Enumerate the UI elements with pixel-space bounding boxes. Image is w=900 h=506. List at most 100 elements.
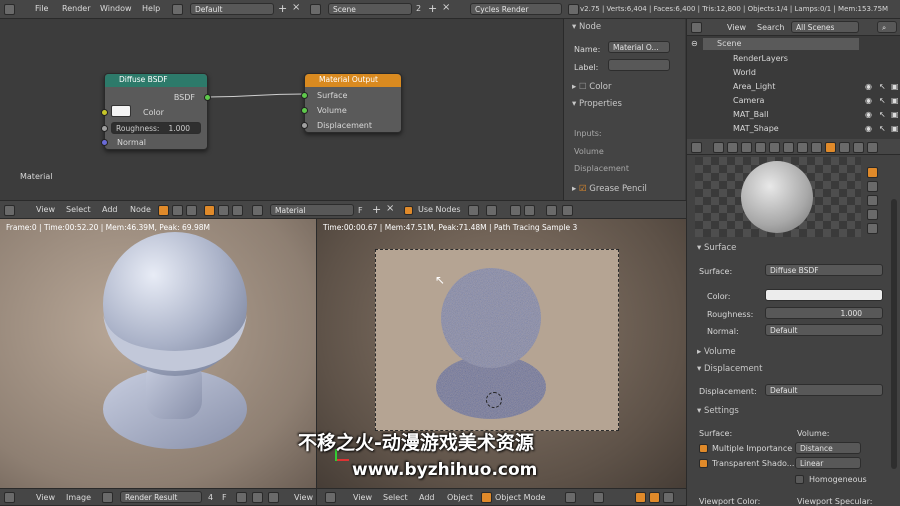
outliner-item-world[interactable]: World: [733, 68, 756, 77]
object-shader-icon[interactable]: [204, 205, 215, 216]
manipulator-icon[interactable]: [635, 492, 646, 503]
camera-render-icon[interactable]: ▣: [891, 83, 899, 91]
normal-prop-select[interactable]: Default: [765, 324, 883, 336]
viewport-shading-icon[interactable]: [565, 492, 576, 503]
copy-nodes-icon[interactable]: [546, 205, 557, 216]
outliner-menu-search[interactable]: Search: [757, 23, 784, 32]
bsdf-output-socket[interactable]: [204, 94, 211, 101]
menu-file[interactable]: File: [35, 4, 48, 13]
surface-panel-header[interactable]: ▾ Surface: [697, 243, 736, 253]
unlink-material-icon[interactable]: ×: [386, 203, 394, 214]
layers-tab-icon[interactable]: [727, 142, 738, 153]
preview-cube-icon[interactable]: [867, 181, 878, 192]
output-node-title[interactable]: Material Output: [305, 74, 401, 87]
fake-user-button[interactable]: F: [358, 206, 363, 215]
outliner-search-icon[interactable]: ⌕: [877, 21, 897, 33]
normal-input-socket[interactable]: [101, 139, 108, 146]
scopes-icon[interactable]: [268, 492, 279, 503]
displacement-panel-header[interactable]: ▾ Displacement: [697, 364, 762, 374]
color-section-header[interactable]: ▸ ☐ Color: [572, 82, 612, 92]
outliner-menu-view[interactable]: View: [727, 23, 746, 32]
snap-mode-icon[interactable]: [524, 205, 535, 216]
outliner-row-scene[interactable]: Scene: [703, 38, 859, 50]
outliner-item-mat-shape[interactable]: MAT_Shape: [733, 124, 779, 133]
image-view-dropdown[interactable]: View: [294, 493, 313, 502]
scene-tab-icon[interactable]: [741, 142, 752, 153]
node-menu-add[interactable]: Add: [102, 205, 118, 214]
image-browse-icon[interactable]: [102, 492, 113, 503]
use-nodes-checkbox[interactable]: [404, 206, 413, 215]
object-tab-icon[interactable]: [769, 142, 780, 153]
image-editor-type-icon[interactable]: [4, 492, 15, 503]
volume-input-socket[interactable]: [301, 107, 308, 114]
render-result-field[interactable]: Render Result: [120, 491, 202, 503]
volume-sampling-select[interactable]: Distance: [795, 442, 861, 454]
cursor-icon[interactable]: ↖: [879, 97, 887, 105]
volume-interpolation-select[interactable]: Linear: [795, 457, 861, 469]
material-browse-icon[interactable]: [252, 205, 263, 216]
roughness-input-socket[interactable]: [101, 125, 108, 132]
rotate-icon[interactable]: [663, 492, 674, 503]
object-mode-select[interactable]: Object Mode: [495, 493, 545, 502]
layout-field[interactable]: Default: [190, 3, 274, 15]
color-swatch[interactable]: [111, 105, 131, 117]
viewport-menu-add[interactable]: Add: [419, 493, 435, 502]
cursor-icon[interactable]: ↖: [879, 83, 887, 91]
outliner-filter-select[interactable]: All Scenes: [791, 21, 859, 33]
world-tab-icon[interactable]: [755, 142, 766, 153]
viewport-menu-view[interactable]: View: [353, 493, 372, 502]
node-editor-canvas[interactable]: Diffuse BSDF BSDF Color Roughness: 1.000…: [0, 19, 563, 200]
linestyle-shader-icon[interactable]: [232, 205, 243, 216]
transparent-shadows-checkbox[interactable]: [699, 459, 708, 468]
homogeneous-checkbox[interactable]: [795, 475, 804, 484]
outliner-item-camera[interactable]: Camera: [733, 96, 764, 105]
properties-editor-icon[interactable]: [691, 142, 702, 153]
preview-hair-icon[interactable]: [867, 209, 878, 220]
menu-help[interactable]: Help: [142, 4, 160, 13]
surface-color-swatch[interactable]: [765, 289, 883, 301]
image-menu-image[interactable]: Image: [66, 493, 91, 502]
compositing-nodes-icon[interactable]: [172, 205, 183, 216]
eye-icon[interactable]: ◉: [865, 83, 873, 91]
multiple-importance-checkbox[interactable]: [699, 444, 708, 453]
layout-icon[interactable]: [172, 4, 183, 15]
channels-icon[interactable]: [252, 492, 263, 503]
add-material-icon[interactable]: +: [372, 203, 381, 216]
add-layout-icon[interactable]: +: [278, 2, 287, 15]
add-scene-icon[interactable]: +: [428, 2, 437, 15]
viewport-menu-select[interactable]: Select: [383, 493, 408, 502]
translate-icon[interactable]: [649, 492, 660, 503]
render-slot-icon[interactable]: [236, 492, 247, 503]
image-editor-render[interactable]: Frame:0 | Time:00:52.20 | Mem:46.39M, Pe…: [0, 219, 316, 488]
node-menu-node[interactable]: Node: [130, 205, 151, 214]
camera-render-icon[interactable]: ▣: [891, 125, 899, 133]
preview-sphere-icon[interactable]: [867, 167, 878, 178]
outliner-item-renderlayers[interactable]: RenderLayers: [733, 54, 788, 63]
displacement-prop-select[interactable]: Default: [765, 384, 883, 396]
texture-tab-icon[interactable]: [839, 142, 850, 153]
texture-nodes-icon[interactable]: [186, 205, 197, 216]
image-menu-view[interactable]: View: [36, 493, 55, 502]
settings-panel-header[interactable]: ▾ Settings: [697, 406, 739, 416]
modifiers-tab-icon[interactable]: [797, 142, 808, 153]
material-tab-icon[interactable]: [825, 142, 836, 153]
blender-logo-icon[interactable]: [4, 4, 15, 15]
pin-icon[interactable]: [468, 205, 479, 216]
volume-panel-header[interactable]: ▸ Volume: [697, 347, 736, 357]
close-layout-icon[interactable]: ×: [292, 2, 300, 13]
eye-icon[interactable]: ◉: [865, 125, 873, 133]
displacement-input-socket[interactable]: [301, 122, 308, 129]
menu-window[interactable]: Window: [100, 4, 132, 13]
roughness-slider[interactable]: Roughness: 1.000: [111, 122, 201, 134]
render-tab-icon[interactable]: [713, 142, 724, 153]
outliner-editor-icon[interactable]: [691, 22, 702, 33]
roughness-prop-field[interactable]: 1.000: [765, 307, 883, 319]
scene-icon[interactable]: [310, 4, 321, 15]
menu-render[interactable]: Render: [62, 4, 90, 13]
properties-scrollbar[interactable]: [891, 199, 897, 469]
constraints-tab-icon[interactable]: [783, 142, 794, 153]
particles-tab-icon[interactable]: [853, 142, 864, 153]
data-tab-icon[interactable]: [811, 142, 822, 153]
render-engine-select[interactable]: Cycles Render: [470, 3, 562, 15]
snap-icon[interactable]: [510, 205, 521, 216]
